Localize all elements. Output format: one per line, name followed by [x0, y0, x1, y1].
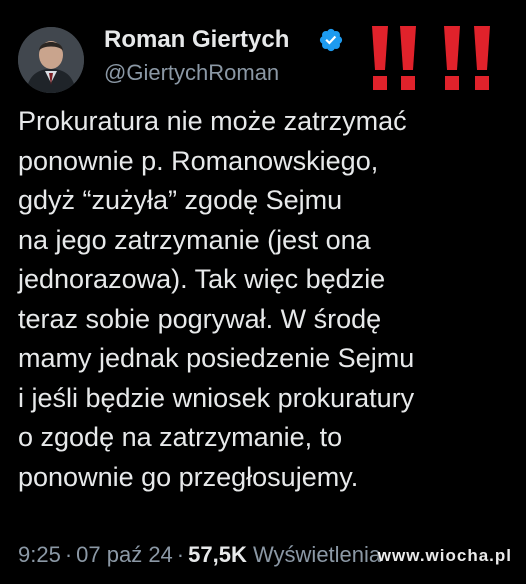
views-label[interactable]: Wyświetlenia [253, 542, 381, 567]
tweet-meta: 9:25 · 07 paź 24 · 57,5K Wyświetlenia [18, 542, 381, 568]
exclamation-mark-icon [474, 26, 490, 90]
watermark: www.wiocha.pl [377, 546, 512, 565]
author-name[interactable]: Roman Giertych [104, 26, 289, 54]
separator: · [176, 542, 185, 567]
exclamation-mark-icon [400, 26, 416, 90]
separator: · [64, 542, 73, 567]
exclamation-mark-icon [372, 26, 388, 90]
tweet-date[interactable]: 07 paź 24 [76, 542, 173, 567]
author-handle[interactable]: @GiertychRoman [104, 60, 279, 86]
tweet-text: Prokuratura nie może zatrzymać ponownie … [18, 106, 415, 492]
avatar[interactable] [18, 27, 84, 93]
double-exclamation-icons [367, 24, 517, 92]
exclamation-mark-icon [444, 26, 460, 90]
tweet-time[interactable]: 9:25 [18, 542, 61, 567]
views-count: 57,5K [188, 542, 247, 567]
verified-badge-icon [319, 28, 343, 52]
